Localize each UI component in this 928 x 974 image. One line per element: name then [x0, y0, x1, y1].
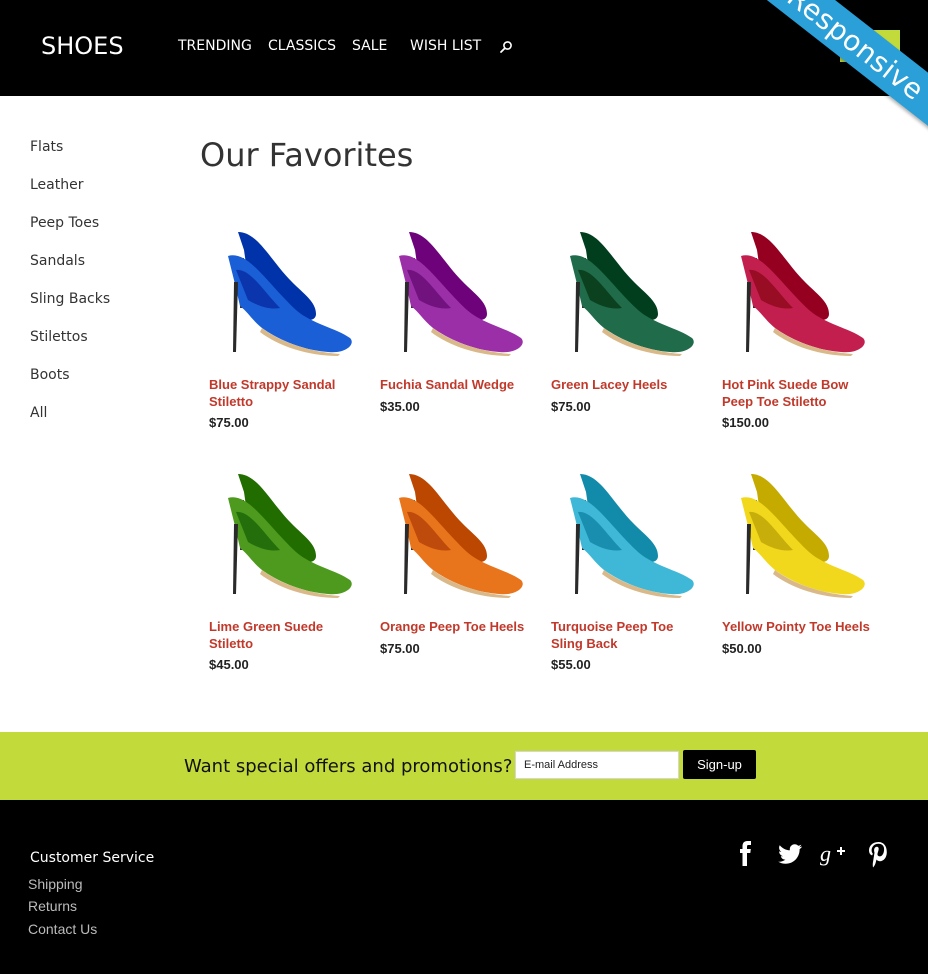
svg-text:g: g — [820, 841, 831, 866]
footer-link-shipping[interactable]: Shipping — [28, 876, 83, 892]
sidebar-item-leather[interactable]: Leather — [30, 176, 110, 214]
sidebar-item-flats[interactable]: Flats — [30, 138, 110, 176]
sidebar-item-stilettos[interactable]: Stilettos — [30, 328, 110, 366]
category-sidebar: Flats Leather Peep Toes Sandals Sling Ba… — [30, 138, 110, 442]
product-name[interactable]: Yellow Pointy Toe Heels — [722, 618, 874, 635]
google-plus-icon[interactable]: g — [820, 840, 848, 868]
product-price: $75.00 — [551, 399, 591, 414]
shoe-heel — [404, 282, 409, 352]
sidebar-item-boots[interactable]: Boots — [30, 366, 110, 404]
product-name[interactable]: Orange Peep Toe Heels — [380, 618, 532, 635]
footer-heading: Customer Service — [30, 850, 155, 866]
product-card[interactable]: Fuchia Sandal Wedge $35.00 — [371, 210, 531, 414]
sidebar-item-peep-toes[interactable]: Peep Toes — [30, 214, 110, 252]
page-title: Our Favorites — [200, 136, 414, 174]
cart-button[interactable]: T — [840, 30, 900, 62]
promo-text: Want special offers and promotions? — [184, 756, 513, 777]
sidebar-item-sandals[interactable]: Sandals — [30, 252, 110, 290]
footer-link-returns[interactable]: Returns — [28, 898, 77, 914]
site-footer: Customer Service Shipping Returns Contac… — [0, 800, 928, 974]
shoe-heel — [233, 282, 238, 352]
newsletter-band: Want special offers and promotions? Sign… — [0, 732, 928, 800]
email-field[interactable] — [515, 751, 679, 779]
product-name[interactable]: Turquoise Peep Toe Sling Back — [551, 618, 703, 652]
nav-wish-list[interactable]: WISH LIST — [410, 38, 481, 54]
product-image[interactable] — [542, 452, 702, 612]
product-card[interactable]: Lime Green Suede Stiletto $45.00 — [200, 452, 360, 672]
product-image[interactable] — [713, 210, 873, 370]
product-name[interactable]: Hot Pink Suede Bow Peep Toe Stiletto — [722, 376, 874, 410]
nav-sale[interactable]: SALE — [352, 38, 387, 54]
sidebar-item-sling-backs[interactable]: Sling Backs — [30, 290, 110, 328]
product-image[interactable] — [200, 452, 360, 612]
site-logo[interactable]: SHOES — [41, 32, 124, 60]
product-card[interactable]: Yellow Pointy Toe Heels $50.00 — [713, 452, 873, 656]
product-image[interactable] — [542, 210, 702, 370]
product-price: $75.00 — [209, 415, 249, 430]
product-price: $150.00 — [722, 415, 769, 430]
product-card[interactable]: Blue Strappy Sandal Stiletto $75.00 — [200, 210, 360, 430]
product-name[interactable]: Lime Green Suede Stiletto — [209, 618, 361, 652]
product-card[interactable]: Turquoise Peep Toe Sling Back $55.00 — [542, 452, 702, 672]
shoe-heel — [575, 524, 580, 594]
nav-classics[interactable]: CLASSICS — [268, 38, 336, 54]
shoe-heel — [746, 524, 751, 594]
nav-trending[interactable]: TRENDING — [178, 38, 252, 54]
product-price: $35.00 — [380, 399, 420, 414]
site-header: SHOES TRENDING CLASSICS SALE WISH LIST T — [0, 0, 928, 96]
product-price: $45.00 — [209, 657, 249, 672]
shoe-heel — [575, 282, 580, 352]
product-name[interactable]: Green Lacey Heels — [551, 376, 703, 393]
shoe-heel — [233, 524, 238, 594]
product-image[interactable] — [200, 210, 360, 370]
product-name[interactable]: Blue Strappy Sandal Stiletto — [209, 376, 361, 410]
twitter-icon[interactable] — [776, 840, 804, 868]
signup-button[interactable]: Sign-up — [683, 750, 756, 779]
product-image[interactable] — [713, 452, 873, 612]
product-price: $50.00 — [722, 641, 762, 656]
cart-button-label: T — [874, 38, 882, 52]
footer-link-contact-us[interactable]: Contact Us — [28, 921, 97, 937]
facebook-icon[interactable] — [732, 840, 760, 868]
product-price: $55.00 — [551, 657, 591, 672]
product-card[interactable]: Hot Pink Suede Bow Peep Toe Stiletto $15… — [713, 210, 873, 430]
product-image[interactable] — [371, 210, 531, 370]
search-icon[interactable] — [499, 40, 513, 54]
pinterest-icon[interactable] — [864, 840, 892, 868]
product-image[interactable] — [371, 452, 531, 612]
sidebar-item-all[interactable]: All — [30, 404, 110, 442]
product-card[interactable]: Green Lacey Heels $75.00 — [542, 210, 702, 414]
shoe-heel — [404, 524, 409, 594]
product-price: $75.00 — [380, 641, 420, 656]
product-card[interactable]: Orange Peep Toe Heels $75.00 — [371, 452, 531, 656]
product-name[interactable]: Fuchia Sandal Wedge — [380, 376, 532, 393]
shoe-heel — [746, 282, 751, 352]
